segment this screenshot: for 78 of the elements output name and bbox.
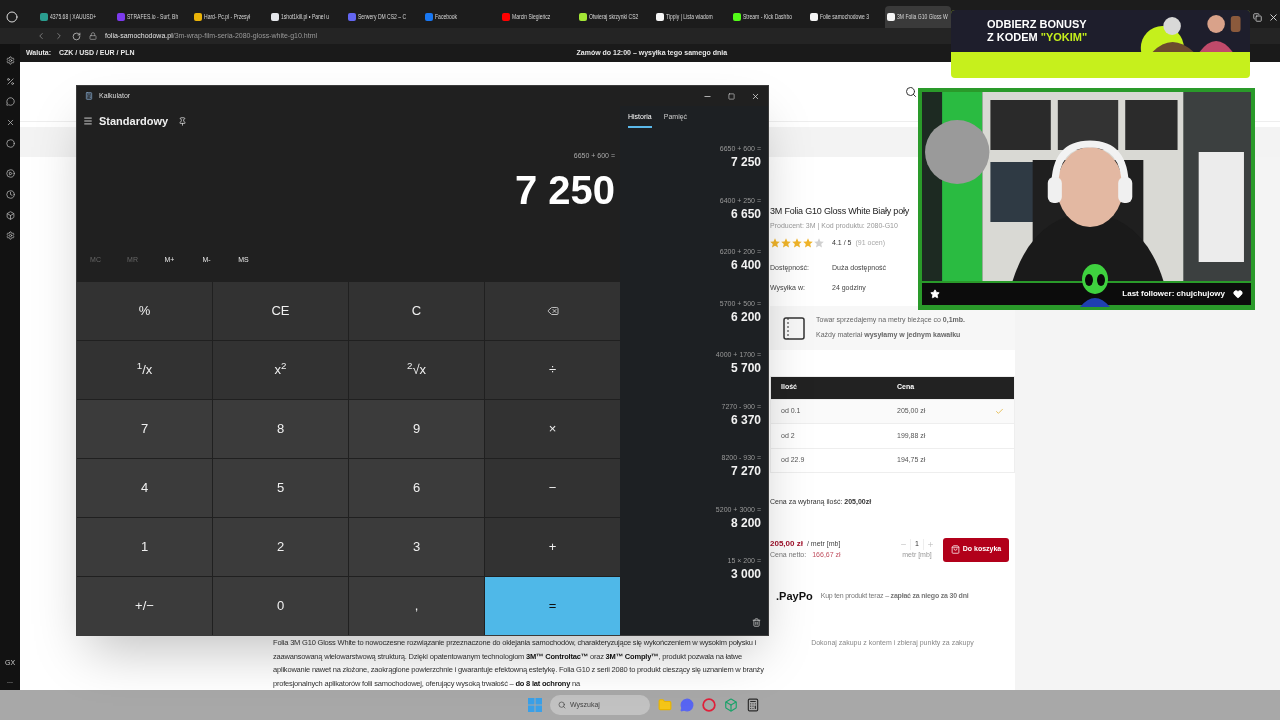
calculator-key[interactable]: ÷ (485, 341, 620, 399)
gear-icon[interactable] (5, 231, 15, 241)
box-icon[interactable] (5, 210, 15, 220)
calculator-key[interactable]: CE (213, 282, 348, 340)
start-icon[interactable] (528, 698, 542, 712)
calculator-key[interactable]: 0 (213, 577, 348, 635)
history-result: 5 700 (730, 360, 761, 376)
heart-icon (1233, 289, 1243, 299)
star-icon (792, 238, 802, 249)
star-icon (770, 238, 780, 249)
backspace-icon (546, 305, 559, 317)
record-icon[interactable] (5, 138, 15, 148)
calculator-key[interactable]: C (349, 282, 484, 340)
history-result: 6 650 (730, 205, 761, 222)
check-icon (995, 406, 1004, 416)
ruler-roll-icon (782, 314, 806, 341)
history-result: 7 250 (730, 154, 761, 170)
cross-icon[interactable] (5, 117, 15, 127)
close-icon[interactable] (751, 91, 760, 101)
calculator-key[interactable]: +/− (77, 577, 212, 635)
app-icon (85, 92, 93, 100)
history-result: 6 400 (730, 257, 761, 273)
history-result: 6 370 (730, 411, 761, 428)
menu-icon[interactable] (83, 116, 93, 126)
trash-icon[interactable] (752, 618, 761, 627)
reload-icon[interactable] (72, 31, 81, 41)
calculator-key[interactable]: x$^{2}$ (213, 341, 348, 399)
restore-icon[interactable] (1253, 12, 1262, 22)
banner-subline: Z KODEM (987, 31, 1038, 44)
history-result: 3 000 (730, 566, 761, 582)
history-result: 8 200 (730, 514, 761, 531)
search-icon (558, 701, 566, 709)
star-icon (930, 289, 940, 299)
calculator-key[interactable]: $^{1}$/x (77, 341, 212, 399)
history-result: 6 200 (730, 308, 761, 325)
calculator-key[interactable]: 5 (213, 459, 348, 517)
maximize-icon[interactable] (728, 92, 735, 100)
percent-icon[interactable] (5, 76, 15, 86)
lock-icon (89, 32, 97, 40)
calculator-key[interactable]: 8 (213, 400, 348, 458)
history-result: 7 270 (730, 463, 761, 479)
browser-logo-icon[interactable] (6, 11, 18, 23)
chat-icon[interactable] (5, 97, 15, 107)
calculator-key[interactable]: 4 (77, 459, 212, 517)
product-title: 3M Folia G10 Gloss White Biały poły (770, 205, 911, 218)
gear-icon[interactable] (5, 55, 15, 65)
calculator-key[interactable]: , (349, 577, 484, 635)
calculator-key[interactable]: 3 (349, 518, 484, 576)
calculator-key[interactable]: 1 (77, 518, 212, 576)
close-icon[interactable] (1268, 11, 1279, 23)
calculator-key[interactable]: 7 (77, 400, 212, 458)
calculator-key[interactable]: + (485, 518, 620, 576)
pin-icon[interactable] (178, 116, 188, 126)
star-icon (814, 238, 824, 249)
promo-code: "YOKIM" (1040, 31, 1088, 44)
calculator-key[interactable]: 6 (349, 459, 484, 517)
price: 205,00 zł (770, 538, 803, 551)
star-icon (781, 238, 791, 249)
last-follower: Last follower: chujchujowy (1122, 288, 1225, 300)
calculator-key[interactable]: 9 (349, 400, 484, 458)
calculator-icon[interactable] (746, 698, 760, 712)
calculator-key[interactable]: % (77, 282, 212, 340)
clock-icon[interactable] (5, 189, 15, 199)
bag-icon (950, 545, 960, 554)
calculator-key[interactable]: 2 (213, 518, 348, 576)
star-icon (803, 238, 813, 249)
calculator-key[interactable]: × (485, 400, 620, 458)
display: 7 250 (514, 167, 616, 214)
banner-headline: ODBIERZ BONUSY (987, 18, 1087, 31)
mode-title: Standardowy (99, 113, 169, 129)
calculator-key[interactable]: $^{2}$√x (349, 341, 484, 399)
paypo-logo: .PayPo (776, 588, 813, 604)
search-icon[interactable] (905, 85, 917, 98)
play-icon[interactable] (5, 169, 15, 179)
back-icon[interactable] (36, 31, 46, 41)
forward-icon[interactable] (54, 31, 64, 41)
calculator-key[interactable]: − (485, 459, 620, 517)
equals-button[interactable]: = (485, 577, 620, 635)
